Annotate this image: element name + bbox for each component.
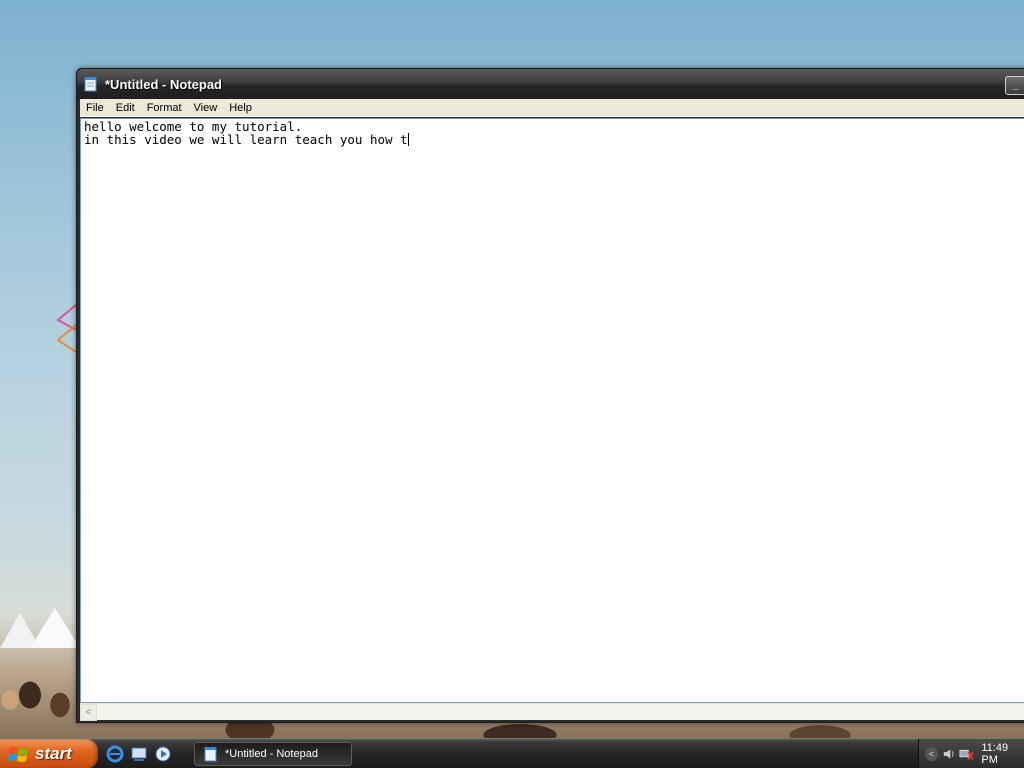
taskbar-notepad-label: *Untitled - Notepad	[225, 748, 318, 760]
start-label: start	[35, 744, 72, 763]
windows-flag-icon	[8, 747, 28, 762]
show-desktop-icon[interactable]	[130, 745, 148, 763]
menu-bar: File Edit Format View Help	[80, 99, 1024, 117]
tray-expand-button[interactable]: <	[925, 747, 938, 761]
scroll-left-button[interactable]: <	[80, 703, 97, 721]
start-button[interactable]: start	[0, 739, 98, 768]
media-player-icon[interactable]	[154, 745, 172, 763]
internet-explorer-icon[interactable]	[106, 745, 124, 763]
menu-help[interactable]: Help	[223, 99, 258, 117]
title-bar[interactable]: *Untitled - Notepad _	[77, 69, 1024, 99]
menu-edit[interactable]: Edit	[110, 99, 141, 117]
horizontal-scrollbar[interactable]: <	[80, 703, 1024, 721]
volume-icon[interactable]	[942, 746, 957, 762]
editor-line-2-text: in this video we will learn teach you ho…	[84, 132, 408, 147]
window-title: *Untitled - Notepad	[105, 76, 222, 92]
quick-launch	[106, 744, 172, 764]
taskbar-notepad-button[interactable]: *Untitled - Notepad	[194, 742, 352, 766]
text-editor[interactable]: hello welcome to my tutorial. in this vid…	[80, 118, 1024, 703]
system-tray: < 11:49 PM	[918, 739, 1024, 768]
minimize-button[interactable]: _	[1005, 76, 1024, 95]
taskbar: start *Untitled - Notepad < 11:49 PM	[0, 738, 1024, 768]
text-caret	[407, 133, 409, 146]
menu-file[interactable]: File	[80, 99, 110, 117]
menu-view[interactable]: View	[188, 99, 224, 117]
menu-format[interactable]: Format	[141, 99, 188, 117]
network-icon[interactable]	[959, 746, 974, 762]
notepad-icon	[84, 77, 97, 92]
editor-line-2: in this video we will learn teach you ho…	[84, 133, 1024, 146]
clock: 11:49 PM	[981, 742, 1009, 766]
notepad-window[interactable]: *Untitled - Notepad _ File Edit Format V…	[76, 68, 1024, 723]
notepad-icon	[204, 747, 217, 762]
